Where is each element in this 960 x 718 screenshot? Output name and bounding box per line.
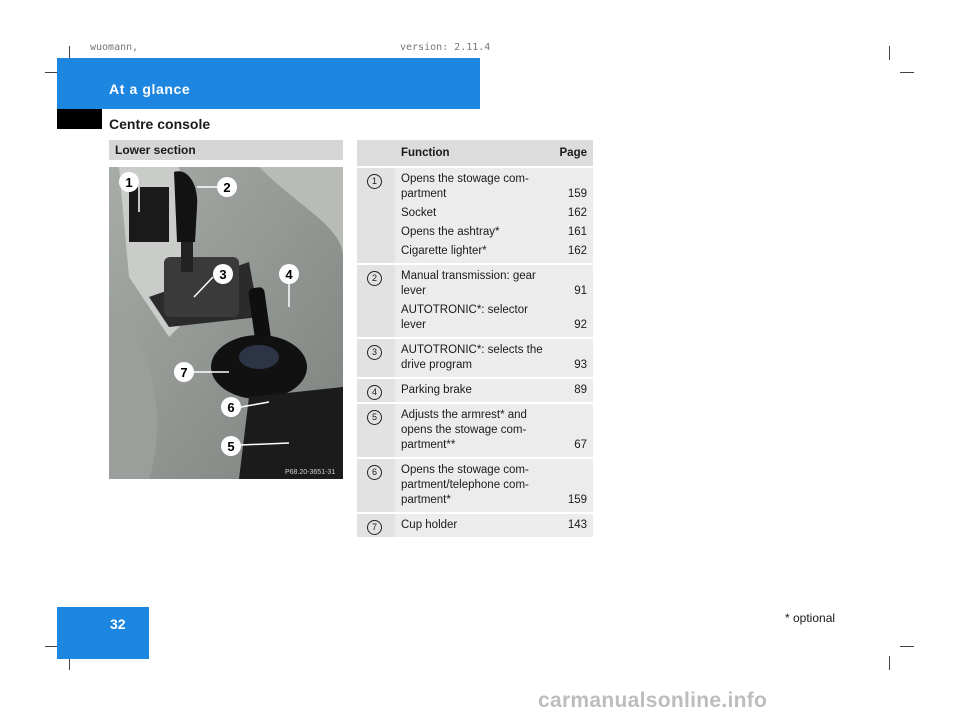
callout-4: 4	[279, 264, 299, 284]
item-number: 7	[367, 520, 382, 535]
function-text: AUTOTRONIC*: selector lever	[401, 304, 528, 331]
function-text: Adjusts the armrest* and opens the stowa…	[401, 409, 527, 451]
callout-3-label: 3	[219, 267, 226, 282]
function-text: AUTOTRONIC*: selects the drive program	[401, 344, 543, 371]
console-illustration: 1 2 3 4 7 6 5 P68.20-3651-31	[109, 167, 343, 479]
optional-note: * optional	[785, 611, 836, 625]
crop-mark	[889, 46, 890, 60]
callout-5-label: 5	[227, 439, 234, 454]
chapter-title: At a glance	[109, 81, 191, 97]
function-table: Function Page 1 Opens the stowage com- pa…	[357, 140, 593, 539]
function-text: Manual transmission: gear lever	[401, 270, 536, 297]
callout-5: 5	[221, 436, 241, 456]
page-ref: 162	[567, 245, 587, 257]
item-number: 3	[367, 345, 382, 360]
table-row: 1 Opens the stowage com- partment Socket Op…	[357, 168, 593, 265]
item-number: 2	[367, 271, 382, 286]
page-ref: 159	[567, 494, 587, 506]
page-ref: 91	[574, 285, 587, 297]
crop-mark	[900, 72, 914, 73]
callout-4-label: 4	[285, 267, 293, 282]
page-ref: 159	[567, 188, 587, 200]
section-title: Centre console	[109, 116, 211, 132]
item-number: 1	[367, 174, 382, 189]
page-ref: 161	[567, 226, 587, 238]
centre-console-photo: 1 2 3 4 7 6 5 P68.20-3651-31	[109, 167, 343, 479]
function-text: Cup holder	[401, 519, 458, 531]
function-text: Socket	[401, 207, 437, 219]
section-marker	[57, 109, 102, 129]
callout-3: 3	[213, 264, 233, 284]
lower-section-label: Lower section	[115, 143, 196, 157]
function-text: Opens the stowage com- partment	[401, 173, 529, 200]
lower-section-bar: Lower section	[109, 140, 343, 160]
meta-version: version: 2.11.4	[400, 42, 491, 53]
table-row: 3 AUTOTRONIC*: selects the drive program 9…	[357, 339, 593, 379]
page-ref: 162	[567, 207, 587, 219]
callout-2: 2	[217, 177, 237, 197]
crop-mark	[889, 656, 890, 670]
page-ref: 92	[574, 319, 587, 331]
callout-7-label: 7	[180, 365, 187, 380]
callout-6: 6	[221, 397, 241, 417]
header-page: Page	[543, 140, 593, 166]
function-text: Opens the ashtray*	[401, 226, 500, 238]
page-ref: 67	[574, 439, 587, 451]
callout-1-label: 1	[125, 175, 132, 190]
crop-mark	[900, 646, 914, 647]
callout-2-label: 2	[223, 180, 230, 195]
page-ref: 143	[567, 519, 587, 531]
callout-7: 7	[174, 362, 194, 382]
photo-code: P68.20-3651-31	[285, 469, 335, 476]
item-number: 5	[367, 410, 382, 425]
meta-left: wuomann,	[90, 42, 139, 53]
table-body: 1 Opens the stowage com- partment Socket Op…	[357, 168, 593, 539]
watermark: carmanualsonline.info	[538, 689, 768, 712]
header-function: Function	[395, 140, 543, 166]
page-ref: 93	[574, 359, 587, 371]
function-text: Cigarette lighter*	[401, 245, 487, 257]
function-text: Parking brake	[401, 384, 472, 396]
item-number: 6	[367, 465, 382, 480]
page-number-block	[57, 607, 149, 659]
table-header-row: Function Page	[357, 140, 593, 168]
function-text: Opens the stowage com- partment/telephon…	[401, 464, 529, 506]
table-row: 6 Opens the stowage com- partment/telepho…	[357, 459, 593, 514]
table-row: 4 Parking brake 89	[357, 379, 593, 404]
callout-1: 1	[119, 172, 139, 192]
callout-6-label: 6	[227, 400, 234, 415]
page-number: 32	[110, 616, 126, 632]
table-row: 7 Cup holder 143	[357, 514, 593, 539]
item-number: 4	[367, 385, 382, 400]
table-row: 5 Adjusts the armrest* and opens the stow…	[357, 404, 593, 459]
table-row: 2 Manual transmission: gear lever AUTOTRON…	[357, 265, 593, 339]
page-ref: 89	[574, 384, 587, 396]
